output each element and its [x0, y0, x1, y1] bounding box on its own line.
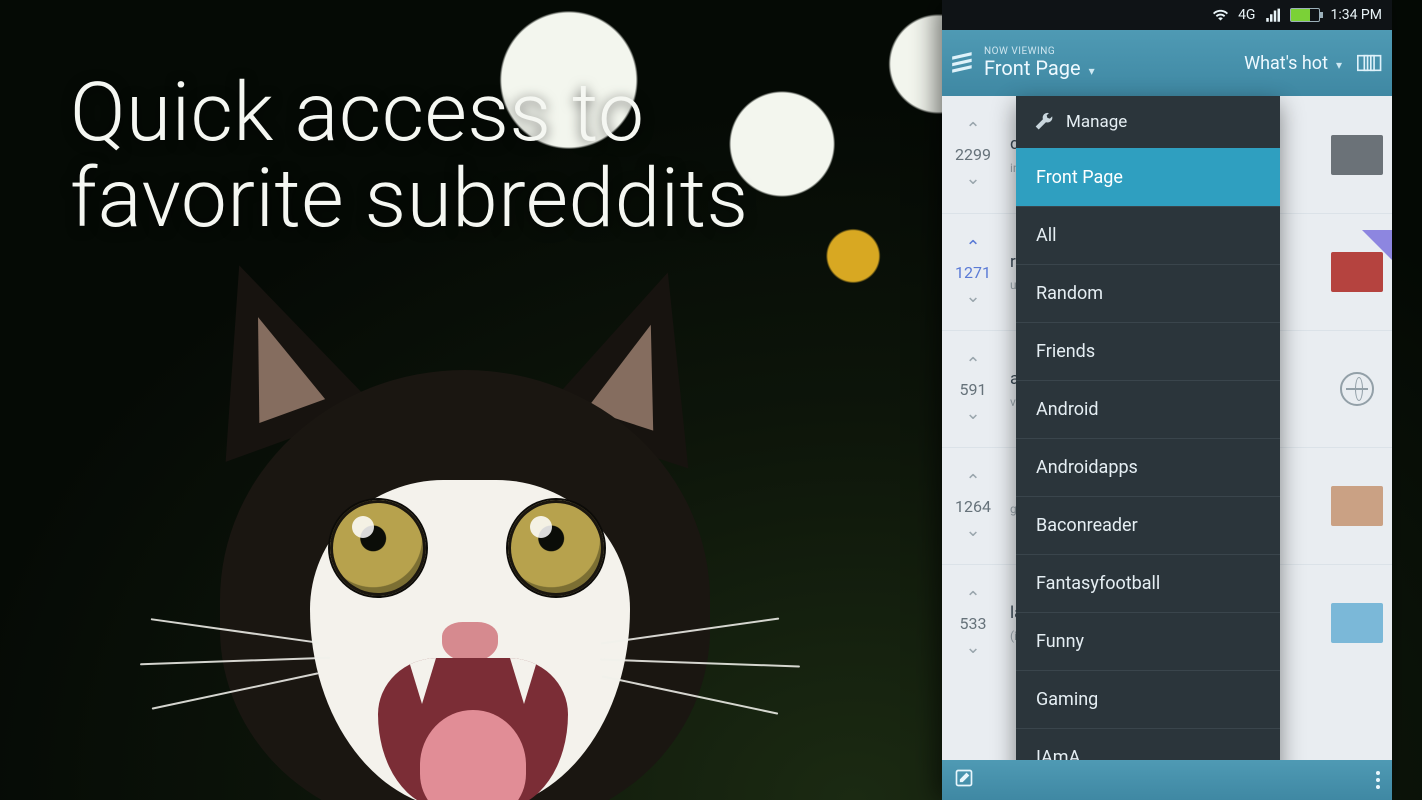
vote-column: ⌃ 591 ⌄ — [942, 331, 1004, 447]
subreddit-dropdown: Manage Front PageAllRandomFriendsAndroid… — [1016, 96, 1280, 786]
vote-column: ⌃ 533 ⌄ — [942, 565, 1004, 681]
page-picker[interactable]: NOW VIEWING Front Page▾ — [984, 46, 1095, 81]
post-score: 591 — [960, 380, 987, 399]
phone-frame: 4G 1:34 PM NOW VIEWING Front Page▾ What'… — [942, 0, 1392, 800]
post-thumbnail[interactable] — [1322, 565, 1392, 681]
vote-column: ⌃ 2299 ⌄ — [942, 96, 1004, 213]
wrench-icon — [1034, 112, 1054, 132]
post-score: 1264 — [955, 497, 991, 516]
battery-icon — [1290, 8, 1320, 22]
overflow-menu-button[interactable] — [1376, 771, 1380, 789]
upvote-button[interactable]: ⌃ — [965, 121, 980, 139]
upvote-button[interactable]: ⌃ — [965, 473, 980, 491]
now-viewing-label: NOW VIEWING — [984, 46, 1095, 58]
signal-icon — [1265, 8, 1280, 23]
sort-picker[interactable]: What's hot▾ — [1244, 53, 1348, 74]
headline-line-1: Quick access to — [70, 65, 645, 161]
post-score: 533 — [960, 614, 987, 633]
downvote-button[interactable]: ⌄ — [965, 522, 980, 540]
post-score: 2299 — [955, 145, 991, 164]
subreddit-item[interactable]: Fantasyfootball — [1016, 554, 1280, 612]
wifi-icon — [1213, 8, 1228, 23]
post-thumbnail[interactable] — [1322, 96, 1392, 213]
compose-button[interactable] — [954, 768, 974, 793]
tabs-icon[interactable] — [1348, 52, 1392, 74]
page-title: Front Page▾ — [984, 57, 1095, 80]
manage-button[interactable]: Manage — [1016, 96, 1280, 148]
upvote-button[interactable]: ⌃ — [965, 590, 980, 608]
subreddit-item[interactable]: Friends — [1016, 322, 1280, 380]
subreddit-item[interactable]: All — [1016, 206, 1280, 264]
bottom-bar — [942, 760, 1392, 800]
upvote-button[interactable]: ⌃ — [965, 356, 980, 374]
downvote-button[interactable]: ⌄ — [965, 639, 980, 657]
network-label: 4G — [1238, 7, 1255, 23]
subreddit-item[interactable]: Funny — [1016, 612, 1280, 670]
headline-line-2: favorite subreddits — [70, 151, 749, 247]
status-bar: 4G 1:34 PM — [942, 0, 1392, 30]
subreddit-item[interactable]: Front Page — [1016, 148, 1280, 206]
app-bar: NOW VIEWING Front Page▾ What's hot▾ — [942, 30, 1392, 96]
upvote-button[interactable]: ⌃ — [965, 239, 980, 257]
subreddit-item[interactable]: Gaming — [1016, 670, 1280, 728]
post-thumbnail[interactable] — [1322, 448, 1392, 564]
post-thumbnail[interactable] — [1322, 331, 1392, 447]
downvote-button[interactable]: ⌄ — [965, 288, 980, 306]
manage-label: Manage — [1066, 112, 1127, 132]
app-logo-icon[interactable] — [942, 50, 984, 76]
subreddit-item[interactable]: Androidapps — [1016, 438, 1280, 496]
subreddit-item[interactable]: Random — [1016, 264, 1280, 322]
subreddit-item[interactable]: Baconreader — [1016, 496, 1280, 554]
vote-column: ⌃ 1271 ⌄ — [942, 214, 1004, 330]
vote-column: ⌃ 1264 ⌄ — [942, 448, 1004, 564]
marketing-headline: Quick access to favorite subreddits — [70, 70, 850, 242]
kitten-illustration — [180, 250, 800, 800]
downvote-button[interactable]: ⌄ — [965, 405, 980, 423]
new-indicator-icon — [1362, 230, 1392, 260]
post-score: 1271 — [955, 263, 991, 282]
subreddit-item[interactable]: Android — [1016, 380, 1280, 438]
clock: 1:34 PM — [1330, 7, 1382, 23]
downvote-button[interactable]: ⌄ — [965, 170, 980, 188]
globe-icon — [1340, 372, 1374, 406]
